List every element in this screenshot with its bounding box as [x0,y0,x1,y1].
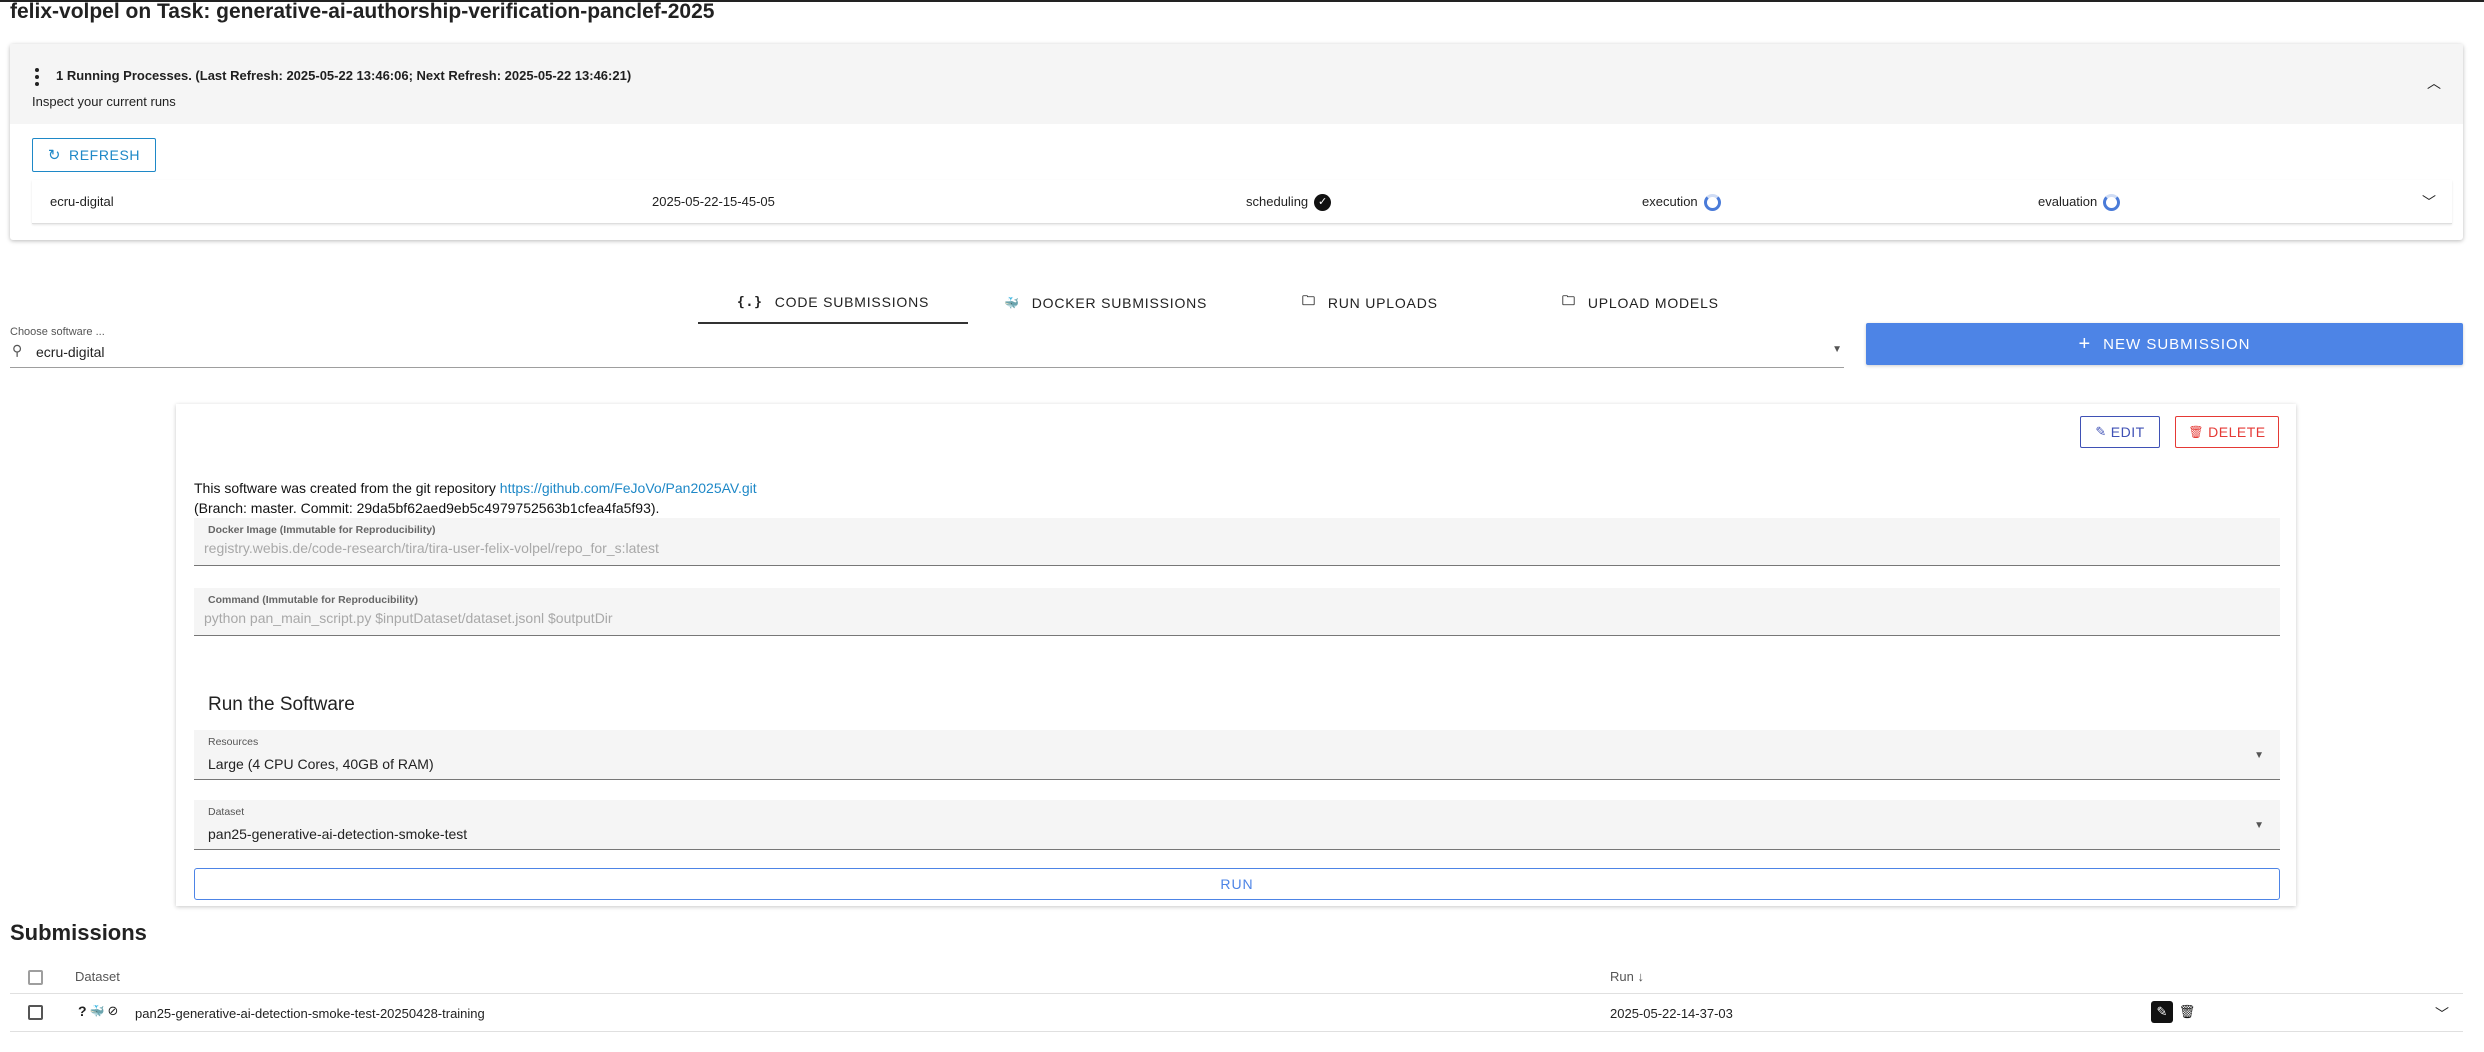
page-title: felix-volpel on Task: generative-ai-auth… [10,0,714,24]
new-submission-button[interactable]: + NEW SUBMISSION [1866,323,2463,365]
command-field: Command (Immutable for Reproducibility) … [194,588,2280,636]
chooser-value: ecru-digital [36,344,105,360]
submissions-title: Submissions [10,920,147,945]
arrow-down-icon: ↓ [1637,969,1644,984]
new-submission-label: NEW SUBMISSION [2103,335,2251,353]
software-chooser[interactable]: Choose software ... ⚲ ecru-digital ▼ [10,322,1844,368]
plus-icon: + [2078,333,2092,355]
chevron-up-icon[interactable]: ︿ [2425,74,2443,92]
edit-document-icon: ✎ [2095,424,2107,439]
chooser-label: Choose software ... [10,326,105,338]
table-row[interactable]: ? 🐳 ⊘ pan25-generative-ai-detection-smok… [10,994,2463,1032]
trash-icon[interactable]: 🗑 [2176,1001,2198,1023]
software-card: ✎ EDIT 🗑 DELETE This software was create… [176,404,2296,906]
code-braces-icon: {.} [736,294,763,310]
dataset-label: Dataset [208,806,245,818]
tab-run-uploads[interactable]: 🗀 RUN UPLOADS [1302,282,1438,324]
edit-label: EDIT [2110,424,2145,440]
run-button[interactable]: RUN [194,868,2280,900]
command-label: Command (Immutable for Reproducibility) [208,594,419,606]
page-title-user: felix-volpel [10,0,120,23]
row-dataset: pan25-generative-ai-detection-smoke-test… [135,1006,485,1021]
tab-label: DOCKER SUBMISSIONS [1031,295,1208,311]
scheduling-status: scheduling ✓ [1246,194,1332,212]
row-run: 2025-05-22-14-37-03 [1610,1006,1733,1021]
row-status-icons: ? 🐳 ⊘ [78,1003,118,1019]
scheduling-label: scheduling [1246,194,1309,209]
resources-value: Large (4 CPU Cores, 40GB of RAM) [208,756,434,772]
eye-off-icon: ⊘ [107,1003,119,1018]
resources-select[interactable]: Resources Large (4 CPU Cores, 40GB of RA… [194,730,2280,780]
column-run-label: Run [1610,969,1634,984]
edit-icon[interactable]: ✎ [2151,1001,2173,1023]
submissions-table-header: Dataset Run ↓ [10,958,2463,994]
running-processes-subtitle: Inspect your current runs [32,94,176,109]
chevron-down-icon[interactable]: ﹀ [2435,1004,2449,1024]
dataset-select[interactable]: Dataset pan25-generative-ai-detection-sm… [194,800,2280,850]
running-process-row[interactable]: ecru-digital 2025-05-22-15-45-05 schedul… [32,180,2452,224]
command-value: python pan_main_script.py $inputDataset/… [204,610,613,626]
resources-label: Resources [208,736,259,748]
info-prefix: This software was created from the git r… [194,480,500,496]
select-all-checkbox[interactable] [28,970,43,985]
evaluation-label: evaluation [2038,194,2098,209]
spinner-icon [1703,194,1721,212]
refresh-button-label: REFRESH [69,147,141,163]
run-id: 2025-05-22-15-45-05 [652,194,775,209]
tab-label: RUN UPLOADS [1327,295,1438,311]
delete-button[interactable]: 🗑 DELETE [2175,416,2279,448]
folder-upload-icon: 🗀 [1302,294,1316,309]
docker-icon: 🐳 [89,1004,105,1018]
progress-dots-icon [34,68,40,86]
docker-image-label: Docker Image (Immutable for Reproducibil… [208,524,436,536]
run-software: ecru-digital [50,194,114,209]
tab-docker-submissions[interactable]: 🐳 DOCKER SUBMISSIONS [1004,282,1207,324]
trash-icon: 🗑 [2188,425,2205,439]
column-run[interactable]: Run ↓ [1610,969,1644,984]
branch-commit: (Branch: master. Commit: 29da5bf62aed9eb… [194,500,660,516]
refresh-icon: ↻ [47,146,62,164]
running-processes-title: 1 Running Processes. (Last Refresh: 2025… [56,68,632,83]
check-circle-icon: ✓ [1314,194,1332,212]
dropdown-arrow-icon[interactable]: ▼ [2254,750,2264,761]
run-software-title: Run the Software [208,694,355,715]
delete-label: DELETE [2208,424,2266,440]
running-processes-header[interactable]: 1 Running Processes. (Last Refresh: 2025… [10,44,2463,124]
refresh-button[interactable]: ↻ REFRESH [32,138,156,172]
dropdown-arrow-icon[interactable]: ▼ [1832,344,1842,355]
execution-status: execution [1642,194,1721,212]
running-processes-panel: 1 Running Processes. (Last Refresh: 2025… [10,44,2463,240]
docker-icon: 🐳 [1004,296,1020,310]
page-title-task: on Task: generative-ai-authorship-verifi… [119,0,715,23]
folder-upload-icon: 🗀 [1562,294,1576,309]
execution-label: execution [1642,194,1698,209]
repo-link[interactable]: https://github.com/FeJoVo/Pan2025AV.git [500,480,757,496]
tab-code-submissions[interactable]: {.} CODE SUBMISSIONS [698,282,968,324]
question-icon: ? [78,1003,87,1019]
chevron-down-icon[interactable]: ﹀ [2422,192,2436,212]
spinner-icon [2103,194,2121,212]
search-icon: ⚲ [12,342,23,358]
dataset-value: pan25-generative-ai-detection-smoke-test [208,826,468,842]
software-info: This software was created from the git r… [194,478,757,518]
tab-label: UPLOAD MODELS [1587,295,1719,311]
docker-image-field: Docker Image (Immutable for Reproducibil… [194,518,2280,566]
dropdown-arrow-icon[interactable]: ▼ [2254,820,2264,831]
tab-label: CODE SUBMISSIONS [774,294,930,310]
evaluation-status: evaluation [2038,194,2121,212]
docker-image-value: registry.webis.de/code-research/tira/tir… [204,540,659,556]
column-dataset[interactable]: Dataset [75,969,120,984]
row-checkbox[interactable] [28,1005,43,1020]
edit-button[interactable]: ✎ EDIT [2080,416,2160,448]
tab-upload-models[interactable]: 🗀 UPLOAD MODELS [1562,282,1719,324]
